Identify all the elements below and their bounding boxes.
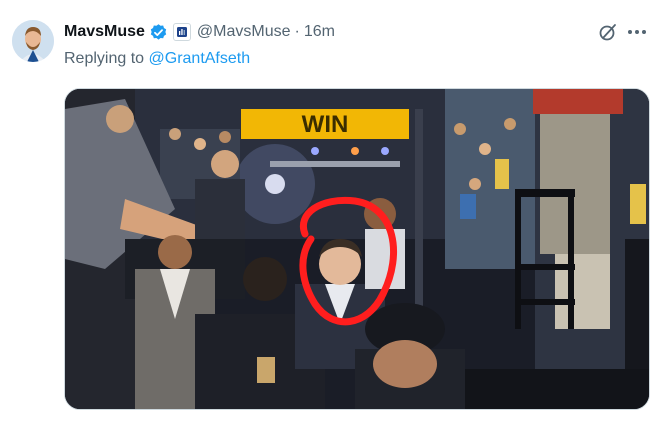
video-frame: WIN	[65, 89, 649, 409]
affiliate-badge-icon[interactable]	[172, 23, 191, 41]
tweet: MavsMuse @MavsMuse · 16m Replying to @Gr…	[0, 0, 660, 422]
reply-to-link[interactable]: @GrantAfseth	[149, 50, 251, 67]
replying-to: Replying to @GrantAfseth	[64, 50, 250, 68]
grok-icon[interactable]	[597, 21, 619, 43]
tweet-header: MavsMuse @MavsMuse · 16m	[64, 20, 335, 44]
win-banner-text: WIN	[302, 111, 349, 138]
avatar[interactable]	[12, 20, 54, 62]
more-dots-icon[interactable]	[626, 21, 648, 43]
media-video[interactable]: WIN	[64, 88, 650, 410]
timestamp[interactable]: 16m	[304, 23, 335, 41]
separator: ·	[294, 23, 300, 40]
avatar-image	[12, 20, 54, 62]
display-name[interactable]: MavsMuse	[64, 23, 145, 41]
replying-to-label: Replying to	[64, 50, 149, 67]
verified-badge-icon	[149, 23, 168, 42]
handle[interactable]: @MavsMuse	[197, 23, 291, 41]
